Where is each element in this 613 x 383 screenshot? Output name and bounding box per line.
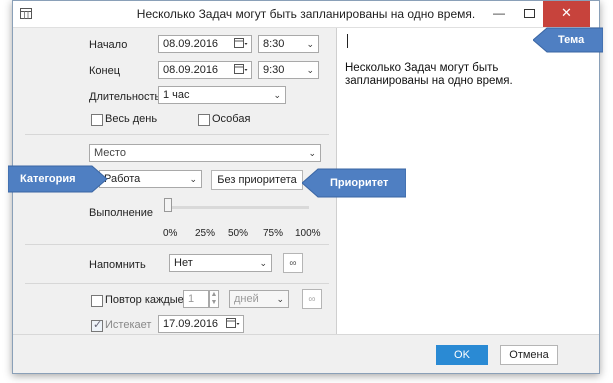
priority-callout: Приоритет — [301, 168, 407, 198]
text-cursor — [347, 34, 348, 48]
maximize-icon — [523, 9, 535, 18]
reminder-link-button[interactable]: ∞ — [283, 253, 303, 273]
close-button[interactable]: ✕ — [543, 1, 590, 27]
divider — [25, 244, 329, 245]
progress-slider-thumb[interactable] — [164, 198, 172, 212]
start-date-field[interactable]: 08.09.2016 — [158, 35, 252, 53]
priority-label: Без приоритета — [217, 174, 297, 186]
reminder-select[interactable]: Нет ⌄ — [169, 254, 272, 272]
repeat-checkbox[interactable] — [91, 295, 103, 307]
repeat-count-value: 1 — [188, 293, 195, 305]
theme-callout-label: Тема — [558, 34, 585, 46]
maximize-button[interactable] — [515, 1, 543, 27]
minimize-button[interactable]: — — [485, 1, 513, 27]
duration-value: 1 час — [163, 89, 190, 101]
dialog-footer: OK Отмена — [13, 334, 599, 373]
place-select[interactable]: Место ⌄ — [89, 144, 321, 162]
link-icon: ∞ — [289, 258, 297, 269]
cancel-button[interactable]: Отмена — [500, 345, 558, 365]
title-bar: Несколько Задач могут быть запланированы… — [13, 1, 599, 28]
reminder-label: Напомнить — [89, 259, 146, 271]
checkmark-icon: ✓ — [93, 319, 103, 331]
chevron-down-icon: ⌄ — [259, 258, 267, 268]
start-time-value: 8:30 — [263, 38, 285, 50]
special-label: Особая — [212, 113, 251, 125]
chevron-down-icon: ⌄ — [189, 174, 197, 184]
end-time-value: 9:30 — [263, 64, 285, 76]
repeat-count-stepper[interactable]: 1 — [183, 290, 209, 308]
chevron-down-icon: ⌄ — [273, 90, 281, 100]
theme-callout: Тема — [532, 27, 604, 53]
ok-button[interactable]: OK — [436, 345, 488, 365]
expires-checkbox[interactable]: ✓ — [91, 319, 103, 332]
calendar-dropdown-icon[interactable] — [234, 64, 248, 76]
progress-tick: 100% — [295, 228, 321, 239]
notes-text[interactable]: Несколько Задач могут быть запланированы… — [345, 62, 577, 88]
divider — [25, 283, 329, 284]
place-placeholder: Место — [94, 147, 126, 159]
allday-label: Весь день — [105, 113, 158, 125]
progress-tick: 50% — [228, 228, 249, 239]
duration-label: Длительность — [89, 91, 161, 103]
priority-button[interactable]: Без приоритета — [211, 170, 303, 190]
start-label: Начало — [89, 39, 128, 51]
chevron-down-icon: ⌄ — [306, 39, 314, 49]
start-date-value: 08.09.2016 — [163, 38, 219, 50]
expires-date-value: 17.09.2016 — [163, 318, 219, 330]
priority-callout-label: Приоритет — [330, 177, 389, 189]
progress-slider-track[interactable] — [164, 206, 309, 209]
expires-date-field[interactable]: 17.09.2016 — [158, 315, 244, 333]
start-time-select[interactable]: 8:30 ⌄ — [258, 35, 319, 53]
progress-label: Выполнение — [89, 207, 154, 219]
close-icon: ✕ — [561, 5, 572, 20]
chevron-down-icon: ⌄ — [306, 65, 314, 75]
stepper-arrows-icon[interactable]: ▲ ▼ — [209, 290, 219, 308]
chevron-down-icon: ⌄ — [308, 148, 316, 158]
duration-select[interactable]: 1 час ⌄ — [158, 86, 286, 104]
progress-tick: 75% — [263, 228, 284, 239]
reminder-value: Нет — [174, 257, 193, 269]
chevron-down-icon: ⌄ — [276, 294, 284, 304]
repeat-link-button[interactable]: ∞ — [302, 289, 322, 309]
expires-label: Истекает — [105, 319, 152, 331]
repeat-label: Повтор каждые — [105, 294, 184, 306]
calendar-dropdown-icon[interactable] — [226, 318, 240, 330]
allday-checkbox[interactable] — [91, 114, 103, 126]
link-icon: ∞ — [308, 294, 316, 305]
category-select[interactable]: Работа ⌄ — [99, 170, 202, 188]
end-label: Конец — [89, 65, 121, 77]
repeat-unit-value: дней — [234, 293, 259, 305]
category-callout: Категория — [7, 164, 108, 194]
category-value: Работа — [104, 173, 141, 185]
end-date-value: 08.09.2016 — [163, 64, 219, 76]
progress-tick: 25% — [195, 228, 216, 239]
progress-tick: 0% — [163, 228, 178, 239]
end-date-field[interactable]: 08.09.2016 — [158, 61, 252, 79]
repeat-unit-select[interactable]: дней ⌄ — [229, 290, 289, 308]
divider — [25, 134, 329, 135]
category-callout-label: Категория — [20, 173, 76, 185]
calendar-dropdown-icon[interactable] — [234, 38, 248, 50]
special-checkbox[interactable] — [198, 114, 210, 126]
end-time-select[interactable]: 9:30 ⌄ — [258, 61, 319, 79]
